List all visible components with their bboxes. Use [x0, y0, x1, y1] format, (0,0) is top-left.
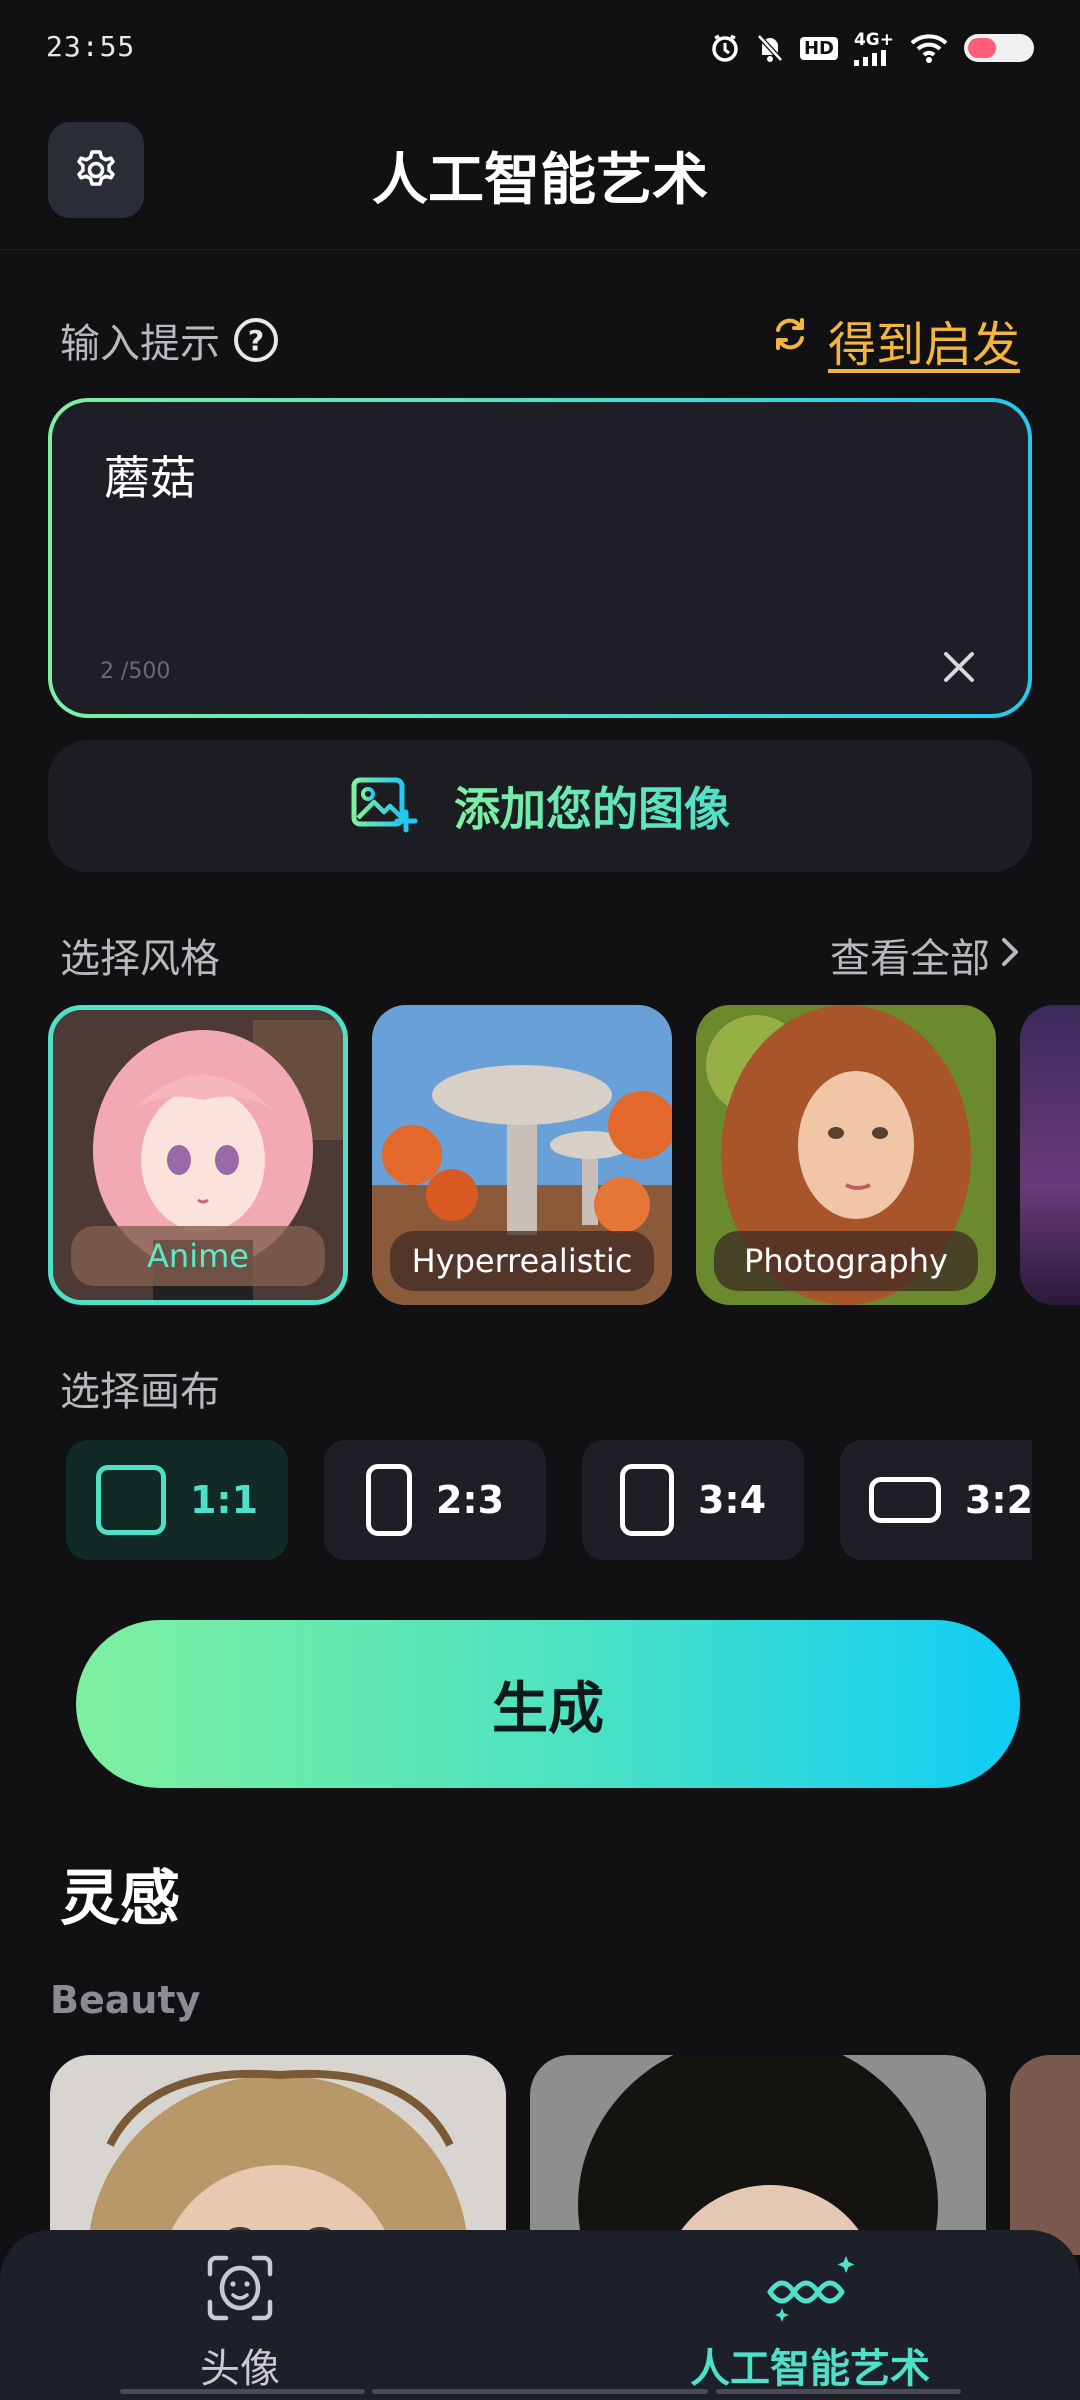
- app-screen: 23:55 HD 4G+ 人工智能艺术 输入提示 ? 得到启发 蘑菇 2 /50…: [0, 0, 1080, 2400]
- generate-button[interactable]: 生成: [76, 1620, 1020, 1788]
- portrait-ratio-icon: [365, 1464, 412, 1536]
- ratio-label: 2:3: [435, 1478, 505, 1522]
- ratio-3-2-button[interactable]: 3:2: [840, 1440, 1032, 1560]
- gallery-image: [1010, 2055, 1080, 2255]
- style-label-hyperrealistic: Hyperrealistic: [390, 1231, 654, 1291]
- wifi-icon: [910, 33, 948, 63]
- nav-label-ai-art: 人工智能艺术: [690, 2346, 930, 2392]
- clear-button[interactable]: [936, 646, 982, 692]
- style-card-hyperrealistic[interactable]: Hyperrealistic: [372, 1005, 672, 1305]
- ratio-label: 1:1: [189, 1478, 259, 1522]
- prompt-label: 输入提示 ?: [60, 311, 278, 369]
- style-label-anime: Anime: [71, 1226, 325, 1286]
- inspiration-gallery[interactable]: [50, 2055, 1080, 2255]
- style-carousel[interactable]: Anime Hyperrealistic Photography: [48, 1005, 1080, 1305]
- view-all-label: 查看全部: [830, 936, 990, 982]
- cellular-signal-icon: 4G+: [853, 30, 894, 66]
- chevron-right-icon: [1000, 932, 1020, 978]
- get-inspired-label: 得到启发: [827, 317, 1020, 373]
- ratio-2-3-button[interactable]: 2:3: [324, 1440, 546, 1560]
- prompt-text[interactable]: 蘑菇: [104, 442, 196, 508]
- app-header: 人工智能艺术: [0, 100, 1080, 250]
- prompt-input[interactable]: 蘑菇 2 /500: [52, 402, 1028, 714]
- prompt-label-text: 输入提示: [60, 321, 220, 367]
- style-label-photography: Photography: [714, 1231, 978, 1291]
- inspiration-category: Beauty: [50, 1978, 201, 2022]
- canvas-section-title: 选择画布: [60, 1369, 220, 1415]
- nav-item-ai-art[interactable]: 人工智能艺术: [690, 2252, 930, 2394]
- char-count: 2 /500: [100, 659, 171, 684]
- canvas-section-header: 选择画布: [60, 1358, 1020, 1418]
- gallery-item[interactable]: [1010, 2055, 1080, 2255]
- battery-icon: [964, 34, 1034, 62]
- add-image-icon: [350, 774, 418, 838]
- bottom-navigation: 头像 人工智能艺术: [0, 2230, 1080, 2400]
- gallery-image: [50, 2055, 506, 2255]
- mute-notification-icon: [756, 33, 784, 63]
- home-indicator-segment: [716, 2389, 961, 2394]
- style-section-title: 选择风格: [60, 936, 220, 982]
- status-bar: 23:55 HD 4G+: [0, 0, 1080, 100]
- style-card-photography[interactable]: Photography: [696, 1005, 996, 1305]
- style-section-header: 选择风格 查看全部: [60, 925, 1020, 985]
- ratio-label: 3:2: [964, 1478, 1032, 1522]
- landscape-ratio-icon: [868, 1477, 941, 1523]
- ai-art-icon: [760, 2252, 860, 2328]
- home-indicator-segment: [372, 2389, 708, 2394]
- nav-item-avatar[interactable]: 头像: [200, 2252, 280, 2394]
- status-time: 23:55: [46, 30, 136, 63]
- view-all-link[interactable]: 查看全部: [830, 926, 1020, 984]
- portrait-ratio-icon: [619, 1464, 674, 1536]
- generate-label: 生成: [492, 1676, 604, 1742]
- style-card-anime[interactable]: Anime: [48, 1005, 348, 1305]
- hd-badge: HD: [799, 36, 838, 60]
- page-title: 人工智能艺术: [372, 148, 708, 213]
- alarm-icon: [710, 33, 740, 63]
- refresh-icon: [768, 312, 812, 368]
- more-style-thumbnail: [1020, 1005, 1080, 1305]
- prompt-input-frame: 蘑菇 2 /500: [48, 398, 1032, 718]
- status-icons: HD 4G+: [710, 30, 1034, 66]
- gallery-item[interactable]: [530, 2055, 986, 2255]
- gallery-image: [530, 2055, 986, 2255]
- prompt-label-row: 输入提示 ? 得到启发: [60, 310, 1020, 373]
- add-image-button[interactable]: 添加您的图像: [48, 740, 1032, 872]
- ratio-3-4-button[interactable]: 3:4: [582, 1440, 804, 1560]
- close-icon: [942, 650, 976, 688]
- ratio-1-1-button[interactable]: 1:1: [66, 1440, 288, 1560]
- help-icon[interactable]: ?: [234, 318, 278, 362]
- face-scan-icon: [204, 2252, 276, 2328]
- get-inspired-link[interactable]: 得到启发: [768, 305, 1020, 375]
- add-image-label: 添加您的图像: [454, 773, 730, 839]
- canvas-ratio-selector[interactable]: 1:1 2:3 3:4 3:2: [66, 1440, 1032, 1560]
- network-type: 4G+: [853, 30, 894, 50]
- home-indicator-segment: [120, 2389, 365, 2394]
- square-ratio-icon: [95, 1465, 166, 1535]
- style-card-more[interactable]: [1020, 1005, 1080, 1305]
- gallery-item[interactable]: [50, 2055, 506, 2255]
- inspiration-title: 灵感: [60, 1864, 180, 1934]
- nav-label-avatar: 头像: [200, 2346, 280, 2392]
- ratio-label: 3:4: [697, 1478, 767, 1522]
